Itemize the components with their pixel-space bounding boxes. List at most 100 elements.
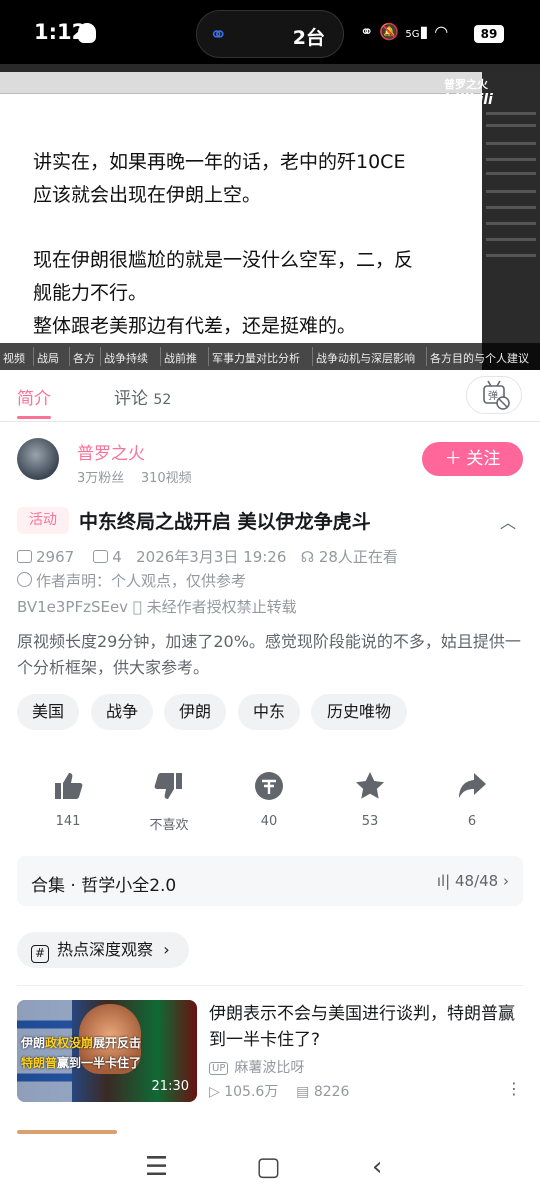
playlist-icon: ıl| xyxy=(436,872,451,890)
uploader-followers: 3万粉丝 xyxy=(77,471,125,486)
up-badge-icon: UP xyxy=(209,1062,229,1075)
follow-button[interactable]: ＋ 关注 xyxy=(422,442,523,476)
tab-comments-count: 52 xyxy=(153,392,172,408)
back-icon[interactable]: ‹ xyxy=(372,1152,382,1182)
info-icon xyxy=(17,572,32,587)
activity-badge[interactable]: 活动 xyxy=(17,507,69,534)
bilibili-logo: bilibili xyxy=(444,92,493,108)
mac-menubar xyxy=(0,64,540,72)
chevron-right-icon: › xyxy=(158,940,170,959)
tab-comments-label: 评论 xyxy=(114,389,148,409)
coin-button[interactable]: 40 xyxy=(234,770,304,829)
collection-card[interactable]: 合集 · 哲学小全2.0 ıl| 48/48 › xyxy=(17,856,523,906)
qq-notification-icon xyxy=(78,23,96,43)
danmaku-toggle-button[interactable]: 弹 xyxy=(466,376,522,414)
format-panel xyxy=(482,72,540,370)
video-meta-row: 2967 4 2026年3月3日 19:26 ☊ 28人正在看 xyxy=(17,546,398,567)
collection-title: 合集 · 哲学小全2.0 xyxy=(31,876,177,896)
home-icon[interactable]: ▢ xyxy=(256,1152,281,1182)
bvid-row: BV1e3PFzSEev ⃠ 未经作者授权禁止转载 xyxy=(17,596,297,617)
tab-intro[interactable]: 简介 xyxy=(17,384,51,409)
video-title: 中东终局之战开启 美以伊龙争虎斗 xyxy=(79,511,371,533)
section-divider xyxy=(17,985,523,986)
like-button[interactable]: 141 xyxy=(33,770,103,829)
status-bar: 1:12 ⚭ 2台 ⚭🔕5G▮◠ 89 xyxy=(0,0,540,64)
hashtag-icon: # xyxy=(31,945,49,963)
link-status-icon: ⚭ xyxy=(360,22,380,41)
coin-count: 40 xyxy=(260,814,278,829)
chapter-item[interactable]: 军事力量对比分析 xyxy=(212,350,300,366)
thumbs-down-icon xyxy=(134,770,204,808)
thumbnail-caption: 特朗普赢到一半卡住了 xyxy=(21,1056,142,1070)
tag-item[interactable]: 中东 xyxy=(238,694,300,730)
next-item-peek xyxy=(17,1130,117,1134)
wifi-icon: ◠ xyxy=(434,22,455,41)
chapter-item[interactable]: 战局 xyxy=(37,350,59,366)
watching-icon: ☊ xyxy=(300,548,315,566)
related-video-thumbnail[interactable]: 伊朗政权没崩展开反击 特朗普赢到一半卡住了 21:30 xyxy=(17,1000,197,1102)
tag-item[interactable]: 伊朗 xyxy=(164,694,226,730)
thumbs-up-icon xyxy=(33,770,103,808)
video-description: 原视频长度29分钟，加速了20%。感觉现阶段能说的不多，姑且提供一个分析框架，供… xyxy=(17,632,521,677)
uploader-video-count: 310视频 xyxy=(140,471,192,486)
chapter-item[interactable]: 各方目的与个人建议 xyxy=(430,350,529,366)
chevron-right-icon: › xyxy=(503,872,509,890)
uploader-stats: 3万粉丝 310视频 xyxy=(77,467,192,486)
svg-text:弹: 弹 xyxy=(488,389,498,402)
tab-divider xyxy=(0,421,540,422)
tag-item[interactable]: 美国 xyxy=(17,694,79,730)
watching-count: 28人正在看 xyxy=(318,548,398,566)
tag-item[interactable]: 历史唯物 xyxy=(311,694,407,730)
uploader-avatar[interactable] xyxy=(17,438,59,480)
danmaku-count-icon: ▤ xyxy=(296,1084,310,1100)
video-watermark: 普罗之火 bilibili xyxy=(444,78,493,108)
status-icons: ⚭🔕5G▮◠ xyxy=(360,22,454,41)
related-video-title[interactable]: 伊朗表示不会与美国进行谈判，特朗普赢到一半卡住了? xyxy=(209,1001,525,1053)
share-button[interactable]: 6 xyxy=(437,770,507,829)
video-text-line: 讲实在，如果再晚一年的话，老中的歼10CE xyxy=(33,151,406,173)
view-count: 2967 xyxy=(36,548,75,566)
dynamic-island[interactable]: ⚭ 2台 xyxy=(196,10,344,58)
tab-comments[interactable]: 评论 52 xyxy=(114,384,171,409)
danmaku-count: 4 xyxy=(112,548,122,566)
video-player[interactable]: 普罗之火 bilibili 讲实在，如果再晚一年的话，老中的歼10CE 应该就会… xyxy=(0,64,540,370)
related-video-uploader[interactable]: UP 麻薯波比呀 xyxy=(209,1057,304,1077)
collection-progress: ıl| 48/48 › xyxy=(436,872,509,890)
thumbnail-caption: 伊朗政权没崩展开反击 xyxy=(21,1036,142,1050)
hot-topic-chip[interactable]: # 热点深度观察 › xyxy=(17,932,189,968)
system-nav-bar: ☰ ▢ ‹ xyxy=(0,1140,540,1200)
favorite-button[interactable]: 53 xyxy=(335,770,405,829)
tag-item[interactable]: 战争 xyxy=(91,694,153,730)
video-duration: 21:30 xyxy=(151,1079,189,1094)
share-icon xyxy=(437,770,507,808)
more-options-icon[interactable]: ⋮ xyxy=(506,1079,522,1098)
video-text-line: 舰能力不行。 xyxy=(33,282,148,304)
chapter-bar[interactable]: 视频 战局 各方 战争持续 战前推 军事力量对比分析 战争动机与深层影响 各方目… xyxy=(0,343,540,370)
chevron-up-icon[interactable]: ︿ xyxy=(500,509,516,533)
pages-toolbar xyxy=(0,72,482,94)
danmaku-count-icon xyxy=(93,550,109,563)
related-video-stats: ▷ 105.6万 ▤ 8226 xyxy=(209,1084,350,1100)
mute-icon: 🔕 xyxy=(379,22,406,41)
menu-icon[interactable]: ☰ xyxy=(145,1152,168,1182)
publish-date: 2026年3月3日 19:26 xyxy=(136,548,287,566)
video-text-line: 现在伊朗很尴尬的就是一没什么空军，二，反 xyxy=(33,249,414,271)
uploader-name[interactable]: 普罗之火 xyxy=(77,439,145,464)
chapter-item[interactable]: 战争持续 xyxy=(104,350,148,366)
like-count: 141 xyxy=(55,814,81,829)
video-text-line: 整体跟老美那边有代差，还是挺难的。 xyxy=(33,315,357,337)
island-device-count: 2台 xyxy=(292,27,325,49)
video-text-line: 应该就会出现在伊朗上空。 xyxy=(33,184,262,206)
chapter-item[interactable]: 战争动机与深层影响 xyxy=(316,350,415,366)
link-icon: ⚭ xyxy=(209,23,228,48)
bvid[interactable]: BV1e3PFzSEev xyxy=(17,598,128,616)
signal-label: 5G xyxy=(405,29,420,40)
chapter-item[interactable]: 战前推 xyxy=(164,350,197,366)
star-icon xyxy=(335,770,405,808)
dislike-label: 不喜欢 xyxy=(149,818,189,833)
author-declaration: 作者声明：个人观点，仅供参考 xyxy=(17,570,246,591)
hot-topic-label: 热点深度观察 xyxy=(57,940,154,959)
chapter-item[interactable]: 各方 xyxy=(73,350,95,366)
dislike-button[interactable]: 不喜欢 xyxy=(134,770,204,833)
chapter-item[interactable]: 视频 xyxy=(3,350,25,366)
